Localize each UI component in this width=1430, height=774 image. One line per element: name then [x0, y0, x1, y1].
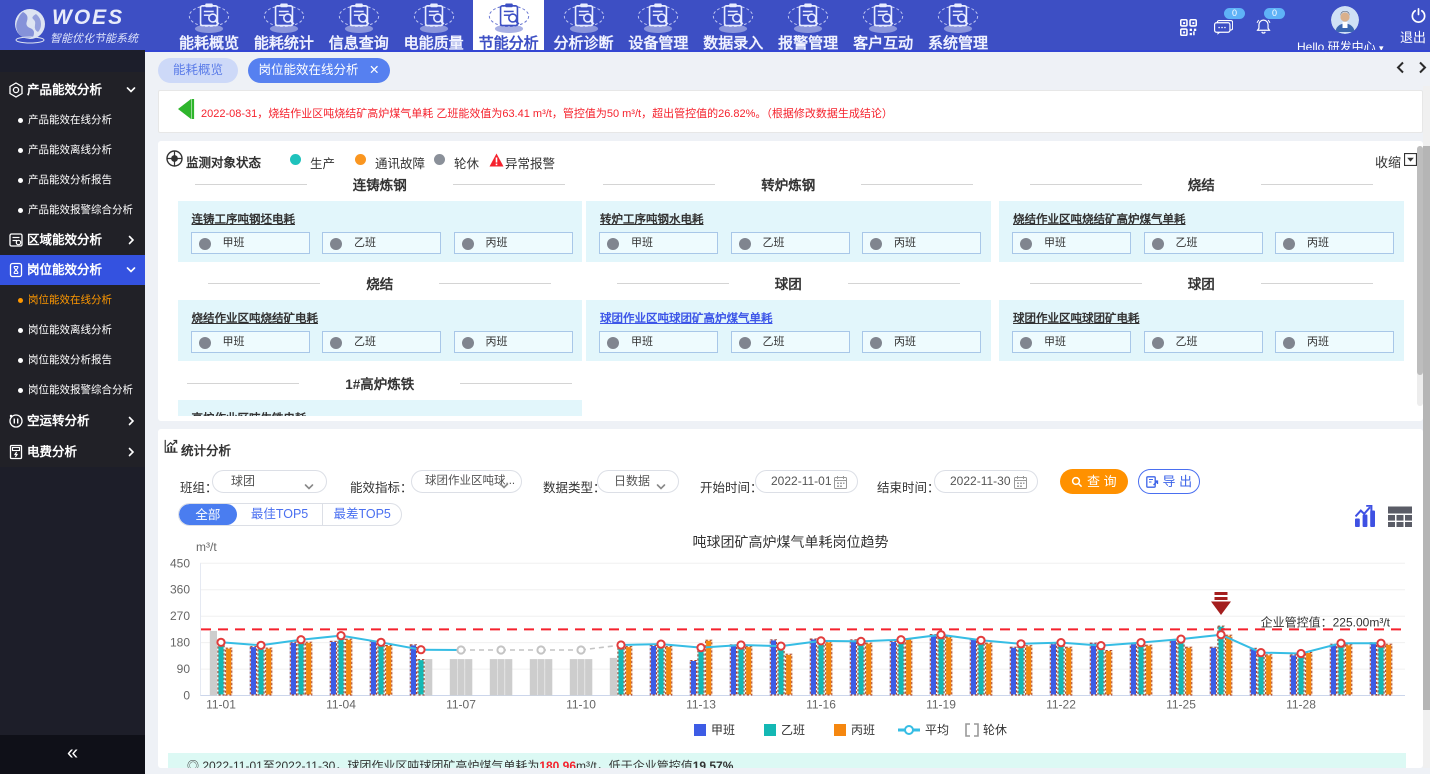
svg-text:轮休: 轮休: [983, 723, 1007, 737]
svg-text:11-07: 11-07: [446, 698, 476, 712]
svg-text:11-28: 11-28: [1286, 698, 1316, 712]
svg-text:11-01: 11-01: [206, 698, 236, 712]
svg-text:丙班: 丙班: [851, 723, 875, 737]
svg-text:甲班: 甲班: [711, 723, 735, 737]
svg-text:11-16: 11-16: [806, 698, 836, 712]
svg-text:乙班: 乙班: [781, 723, 805, 737]
svg-text:11-13: 11-13: [686, 698, 716, 712]
svg-text:180: 180: [170, 636, 190, 650]
svg-text:平均: 平均: [925, 723, 949, 737]
svg-text:11-19: 11-19: [926, 698, 956, 712]
svg-text:企业管控值：225.00m³/t: 企业管控值：225.00m³/t: [1261, 614, 1391, 629]
svg-text:0: 0: [183, 689, 190, 703]
svg-text:360: 360: [170, 583, 190, 597]
svg-text:450: 450: [170, 556, 190, 570]
svg-text:11-22: 11-22: [1046, 698, 1076, 712]
svg-text:11-25: 11-25: [1166, 698, 1196, 712]
svg-text:11-04: 11-04: [326, 698, 356, 712]
svg-text:90: 90: [177, 662, 191, 676]
svg-text:11-10: 11-10: [566, 698, 596, 712]
svg-text:270: 270: [170, 609, 190, 623]
